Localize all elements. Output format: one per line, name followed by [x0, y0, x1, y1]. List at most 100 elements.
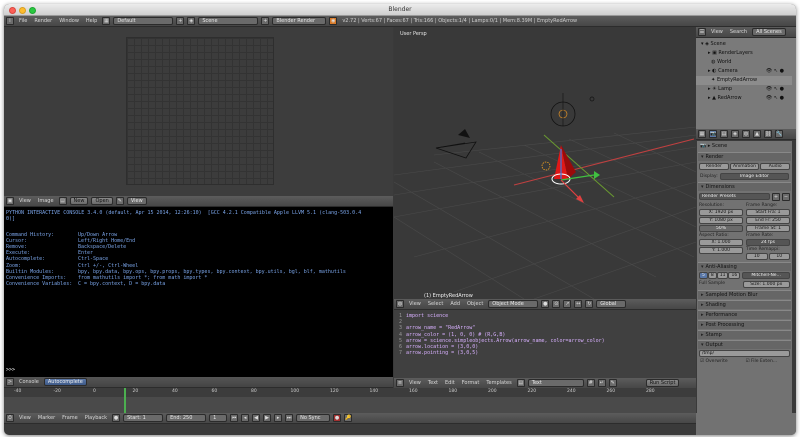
timeline-canvas[interactable] [4, 388, 696, 413]
rotate-icon[interactable]: ↻ [585, 300, 594, 308]
prev-keyframe-icon[interactable]: ◂ [241, 414, 250, 422]
mode-select[interactable]: Object Mode [488, 300, 539, 308]
manipulator-icon[interactable]: ↗ [563, 300, 572, 308]
render-button[interactable]: Render [699, 163, 729, 170]
orientation-select[interactable]: Global [596, 300, 627, 308]
text-menu-edit[interactable]: Edit [443, 380, 457, 386]
auto-key-icon[interactable]: ● [333, 414, 342, 422]
run-script-button[interactable]: Run Script [645, 379, 680, 387]
timeline[interactable]: -40 -20 0 20 40 60 80 100 120 140 160 180 200 220 240 2… [4, 388, 696, 413]
aa-filter-select[interactable]: Mitchell-Ne... [742, 272, 790, 279]
layers-tab-icon[interactable]: ▤ [720, 130, 728, 138]
filter-size-field[interactable]: Size: 1.000 px [742, 281, 790, 288]
view3d-menu-view[interactable]: View [407, 301, 423, 307]
outliner-menu-view[interactable]: View [709, 29, 725, 35]
animation-button[interactable]: Animation [729, 163, 760, 170]
panel-performance[interactable]: ▸ Performance [698, 310, 791, 319]
menu-window[interactable]: Window [57, 18, 81, 24]
menu-render[interactable]: Render [32, 18, 54, 24]
outliner[interactable]: ▾ ◈ Scene ▸ ▣ RenderLayers ◍ World ▸ ◐ C… [696, 38, 796, 129]
view3d-menu-select[interactable]: Select [426, 301, 445, 307]
outliner-item-emptyredarrow[interactable]: ✦ EmptyRedArrow [696, 76, 792, 85]
view3d-menu-add[interactable]: Add [448, 301, 462, 307]
panel-stamp[interactable]: ▸ Stamp [698, 330, 791, 339]
image-menu-image[interactable]: Image [36, 198, 56, 204]
timeline-menu-frame[interactable]: Frame [60, 415, 80, 421]
shading-icon[interactable]: ● [541, 300, 550, 308]
full-sample-checkbox[interactable]: Full Sample [699, 281, 741, 288]
console-prompt[interactable]: >>> [6, 367, 15, 373]
syntax-toggle-icon[interactable]: ✎ [608, 379, 617, 387]
modifiers-tab-icon[interactable]: 🔧 [775, 130, 783, 138]
current-frame-input[interactable]: 1 [209, 414, 228, 422]
sync-select[interactable]: No Sync [296, 414, 331, 422]
jump-start-icon[interactable]: ⏮ [230, 414, 239, 422]
remap-old-field[interactable]: 10 [746, 253, 768, 260]
render-tab-icon[interactable]: 📷 [709, 130, 717, 138]
outliner-item-redarrow[interactable]: ▸ ▲ RedArrow 👁 ↖ ● [696, 94, 792, 103]
new-image-button[interactable]: New [69, 197, 89, 205]
aspect-y-field[interactable]: Y: 1.000 [699, 247, 743, 254]
timeline-type-icon[interactable]: ⏱ [6, 414, 14, 422]
output-path-field[interactable]: /tmp/ [699, 350, 790, 357]
outliner-item-lamp[interactable]: ▸ ☀ Lamp 👁 ↖ ● [696, 85, 792, 94]
camera-object[interactable] [435, 129, 477, 159]
image-view-select[interactable]: View [126, 197, 147, 205]
line-numbers-toggle-icon[interactable]: # [586, 379, 595, 387]
close-window-button[interactable] [9, 7, 16, 14]
world-tab-icon[interactable]: ◍ [742, 130, 750, 138]
outliner-menu-search[interactable]: Search [728, 29, 749, 35]
view3d-type-icon[interactable]: ◍ [396, 300, 404, 308]
console-tab-console[interactable]: Console [17, 379, 41, 385]
timeline-menu-view[interactable]: View [17, 415, 33, 421]
aa-sample-option[interactable]: 5 [699, 272, 708, 279]
frame-step-field[interactable]: Frame St: 1 [746, 225, 790, 232]
timeline-menu-marker[interactable]: Marker [36, 415, 57, 421]
add-layout-icon[interactable]: + [176, 17, 185, 25]
minimize-window-button[interactable] [19, 7, 26, 14]
record-icon[interactable]: ● [112, 414, 121, 422]
image-browse-icon[interactable]: ▤ [58, 197, 67, 205]
text-menu-text[interactable]: Text [426, 380, 440, 386]
aspect-x-field[interactable]: X: 1.000 [699, 239, 743, 246]
timeline-menu-playback[interactable]: Playback [83, 415, 109, 421]
jump-end-icon[interactable]: ⏭ [285, 414, 294, 422]
pivot-icon[interactable]: ⊙ [552, 300, 561, 308]
panel-shading[interactable]: ▸ Shading [698, 300, 791, 309]
outliner-item-camera[interactable]: ▸ ◐ Camera 👁 ↖ ● [696, 67, 792, 76]
play-icon[interactable]: ▶ [263, 414, 272, 422]
resolution-y-field[interactable]: Y: 1080 px [699, 217, 743, 224]
next-keyframe-icon[interactable]: ▸ [274, 414, 283, 422]
aa-sample-option[interactable]: 11 [716, 272, 729, 279]
outliner-item-world[interactable]: ◍ World [696, 58, 792, 67]
panel-output[interactable]: ▾ Output [698, 340, 791, 349]
display-select[interactable]: Image Editor [719, 173, 789, 180]
console-tab-autocomplete[interactable]: Autocomplete [43, 378, 87, 386]
text-browse-icon[interactable]: ▤ [516, 379, 525, 387]
open-image-button[interactable]: Open [91, 197, 113, 205]
scene-canvas[interactable] [394, 27, 696, 299]
resolution-x-field[interactable]: X: 1920 px [699, 209, 743, 216]
translate-icon[interactable]: ↔ [574, 300, 583, 308]
fps-select[interactable]: 24 fps [746, 239, 790, 246]
3d-cursor-icon[interactable] [541, 161, 551, 171]
render-engine-select[interactable]: Blender Render [272, 17, 327, 25]
file-extensions-checkbox[interactable]: ☑ File Exten... [746, 359, 790, 364]
view3d-menu-object[interactable]: Object [465, 301, 485, 307]
outliner-type-icon[interactable]: ☰ [698, 28, 706, 36]
outliner-display-select[interactable]: All Scenes [752, 28, 786, 36]
menu-file[interactable]: File [17, 18, 29, 24]
start-frame-input[interactable]: Start: 1 [123, 414, 164, 422]
pin-icon[interactable]: ✎ [115, 197, 124, 205]
add-preset-icon[interactable]: + [772, 193, 780, 201]
scene-tab-icon[interactable]: ◈ [731, 130, 739, 138]
word-wrap-toggle-icon[interactable]: ↵ [597, 379, 606, 387]
3d-viewport[interactable]: User Persp (1) EmptyRedArrow [394, 27, 696, 299]
text-editor[interactable]: 1234567 import science arrow_name = "Red… [394, 310, 696, 378]
properties-type-icon[interactable]: ▦ [698, 130, 706, 138]
panel-anti-aliasing[interactable]: ▾ Anti-Aliasing [698, 262, 791, 271]
object-tab-icon[interactable]: ▲ [753, 130, 761, 138]
constraints-tab-icon[interactable]: ⛓ [764, 130, 772, 138]
zoom-window-button[interactable] [29, 7, 36, 14]
audio-button[interactable]: Audio [760, 163, 791, 170]
